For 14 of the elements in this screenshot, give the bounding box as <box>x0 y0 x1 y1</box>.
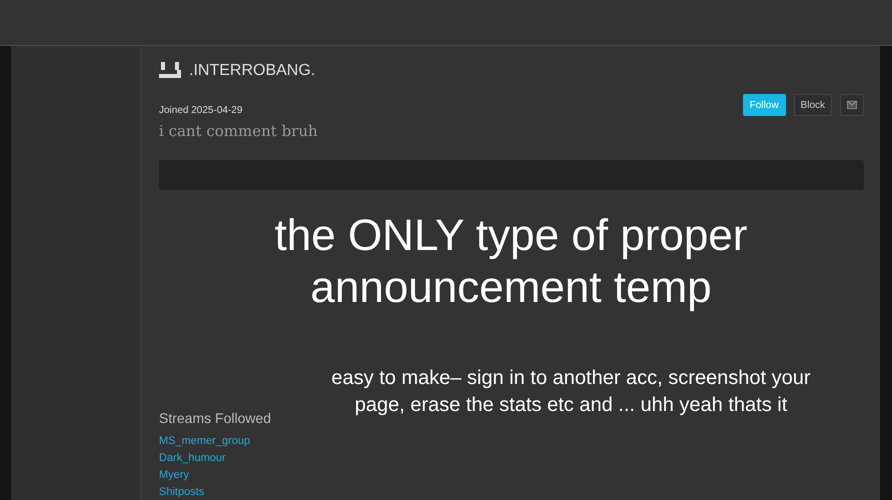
stream-link[interactable]: Shitposts <box>159 486 864 498</box>
follow-button[interactable]: Follow <box>742 94 786 116</box>
message-button[interactable] <box>840 94 864 116</box>
stream-link[interactable]: Dark_humour <box>159 452 864 464</box>
stream-link[interactable]: MS_memer_group <box>159 435 864 447</box>
bio-text: i cant comment bruh <box>159 122 319 140</box>
joined-date: Joined 2025-04-29 <box>159 105 242 116</box>
caption-subtitle: easy to make– sign in to another acc, screenshot your page, erase the stats etc and ... uhh yeah thats it <box>331 366 811 418</box>
streams-heading: Streams Followed <box>159 410 272 426</box>
stream-link[interactable]: Myery <box>159 469 864 481</box>
caption-title: the ONLY type of proper announcement temp <box>274 210 748 314</box>
username: .INTERROBANG. <box>189 62 316 80</box>
mail-icon <box>847 100 857 110</box>
block-button[interactable]: Block <box>794 94 832 116</box>
